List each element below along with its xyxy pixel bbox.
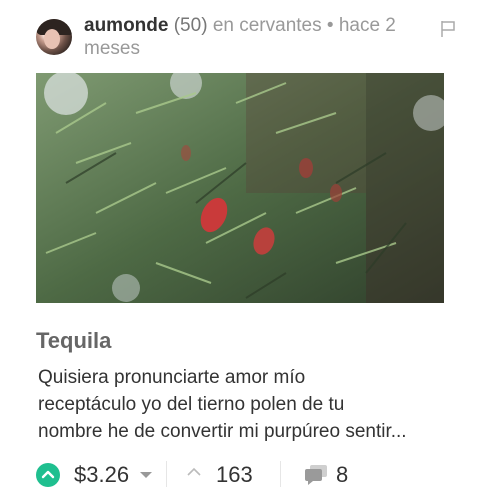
upvote-button[interactable] [36,463,60,487]
comments-count[interactable]: 8 [336,462,348,488]
post-title[interactable]: Tequila [36,328,111,354]
post-meta: aumonde (50) en cervantes • hace 2 meses [84,14,444,60]
meta-separator: • [326,15,334,36]
excerpt-line: Quisiera pronunciarte amor mío [38,367,306,388]
community-link[interactable]: cervantes [239,15,321,36]
comments-icon[interactable] [304,464,328,486]
post-image[interactable] [36,73,444,303]
author-reputation: (50) [173,15,208,36]
caret-down-icon[interactable] [140,472,152,478]
footer-divider [280,461,281,487]
post-time-continued: meses [84,38,140,59]
post-header: aumonde (50) en cervantes • hace 2 meses [36,14,456,62]
excerpt-line: nombre he de convertir mi purpúreo senti… [38,421,407,442]
flag-icon[interactable] [440,20,456,38]
avatar[interactable] [36,19,72,55]
post-excerpt[interactable]: Quisiera pronunciarte amor mío receptácu… [38,364,448,445]
avatar-face [44,29,60,49]
post-footer: $3.26 163 8 [36,455,456,495]
votes-count[interactable]: 163 [216,462,253,488]
upvote-icon [41,470,55,479]
community-prefix: en [212,15,234,36]
author-link[interactable]: aumonde [84,15,168,36]
excerpt-line: receptáculo yo del tierno polen de tu [38,394,345,415]
post-time: hace 2 [338,15,396,36]
footer-divider [166,461,167,487]
payout-value[interactable]: $3.26 [74,462,129,488]
bottlebrush-tree-photo [36,73,444,303]
post-card: aumonde (50) en cervantes • hace 2 meses [0,0,480,501]
votes-chevron-icon[interactable] [186,467,202,477]
